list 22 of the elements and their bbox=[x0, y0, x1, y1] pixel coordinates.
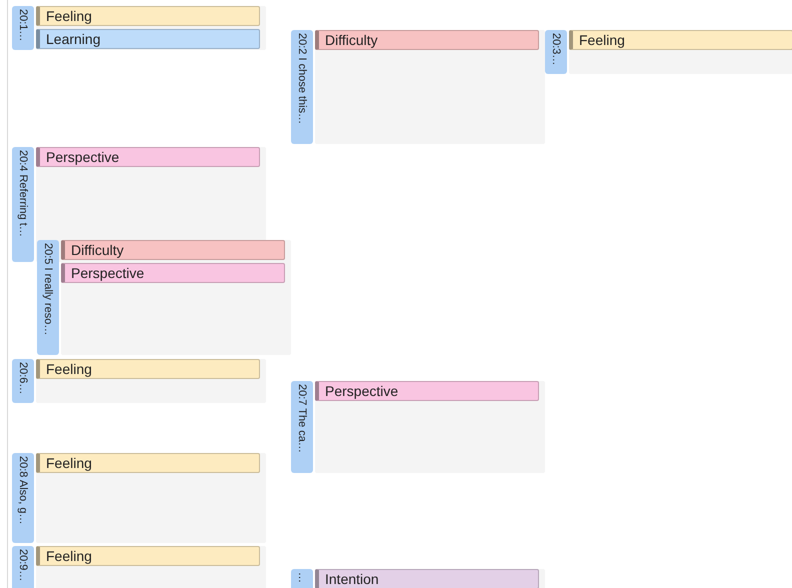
code-tag[interactable]: Perspective bbox=[315, 381, 539, 401]
segment-label[interactable]: 20:6… bbox=[12, 359, 34, 403]
code-tag[interactable]: Feeling bbox=[36, 546, 260, 566]
segment-label[interactable]: 20:3… bbox=[545, 30, 567, 74]
code-tag[interactable]: Feeling bbox=[36, 6, 260, 26]
code-tag[interactable]: Feeling bbox=[36, 359, 260, 379]
segment-label[interactable]: 20:2 I chose this… bbox=[291, 30, 313, 144]
segment-label[interactable]: 20:5 I really reso… bbox=[37, 240, 59, 355]
segment-label[interactable]: 20:1… bbox=[12, 6, 34, 50]
code-tag[interactable]: Feeling bbox=[569, 30, 792, 50]
code-tag[interactable]: Learning bbox=[36, 29, 260, 49]
code-tag[interactable]: Intention bbox=[315, 569, 539, 588]
segment-label[interactable]: 20:7 The ca… bbox=[291, 381, 313, 473]
segment-label[interactable]: … bbox=[291, 569, 313, 588]
code-tag[interactable]: Difficulty bbox=[61, 240, 285, 260]
segment-label[interactable]: 20:9… bbox=[12, 546, 34, 588]
code-tag[interactable]: Feeling bbox=[36, 453, 260, 473]
code-tag[interactable]: Perspective bbox=[61, 263, 285, 283]
code-tag[interactable]: Difficulty bbox=[315, 30, 539, 50]
segment-label[interactable]: 20:8 Also, g… bbox=[12, 453, 34, 543]
segment-label[interactable]: 20:4 Referring t… bbox=[12, 147, 34, 262]
code-tag[interactable]: Perspective bbox=[36, 147, 260, 167]
